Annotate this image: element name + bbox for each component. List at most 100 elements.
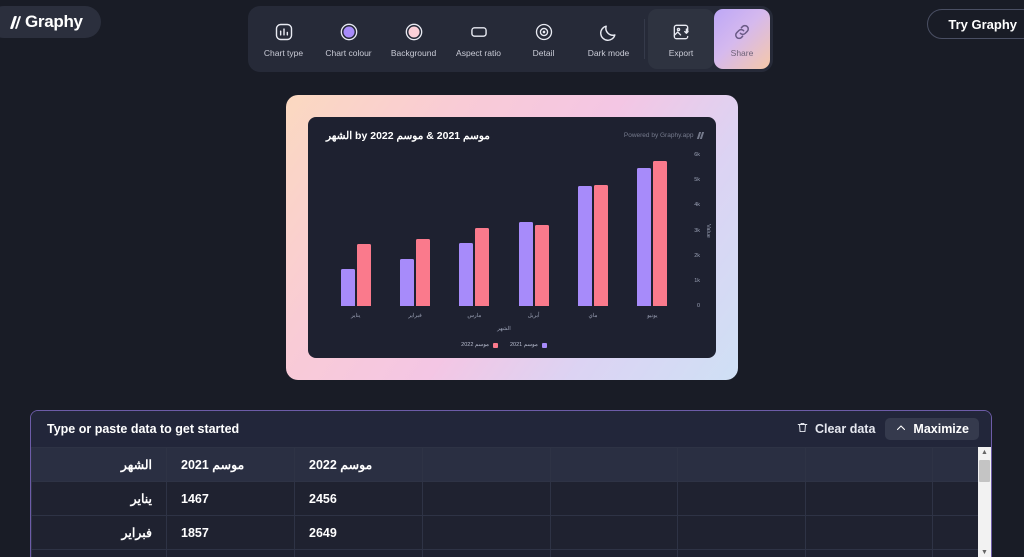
chart-bar-group: يونيو [623, 155, 682, 319]
table-row [31, 549, 991, 557]
maximize-button[interactable]: Maximize [885, 418, 979, 440]
table-cell[interactable] [166, 549, 295, 557]
chart-bar[interactable] [518, 221, 533, 306]
chart-title: موسم 2021 & موسم 2022 by الشهر [326, 130, 490, 142]
chart-bar[interactable] [399, 259, 414, 306]
chart-bar[interactable] [534, 225, 549, 306]
x-axis-tick: فبراير [408, 313, 422, 319]
data-panel: Type or paste data to get started Clear … [30, 410, 992, 557]
scroll-up-icon[interactable]: ▲ [981, 447, 988, 459]
moon-icon [599, 21, 619, 43]
table-header-cell[interactable]: الشهر [31, 447, 167, 482]
tool-label: Aspect ratio [456, 47, 501, 58]
data-grid-scrollbar[interactable]: ▲ ▼ [978, 447, 991, 557]
table-cell[interactable] [805, 481, 933, 516]
table-header-cell[interactable] [805, 447, 933, 482]
table-header-cell[interactable] [422, 447, 551, 482]
tool-dark-mode[interactable]: Dark mode [576, 9, 641, 69]
chart-legend: موسم 2021 موسم 2022 [326, 342, 682, 348]
table-cell[interactable]: 1467 [166, 481, 295, 516]
table-cell[interactable] [422, 481, 551, 516]
table-cell[interactable] [422, 515, 551, 550]
tool-chart-type[interactable]: Chart type [251, 9, 316, 69]
link-icon [732, 21, 752, 43]
chart-bar-group: فبراير [385, 155, 444, 319]
table-cell[interactable]: 1857 [166, 515, 295, 550]
logo-text: Graphy [25, 12, 83, 31]
table-cell[interactable] [550, 481, 678, 516]
chart-plot-area: يناير فبراير مارس أبريل ماي يونيو Value 0 1k 2k… [326, 152, 711, 348]
chart-bars: يناير فبراير مارس أبريل ماي يونيو [326, 155, 682, 319]
table-cell[interactable] [805, 549, 933, 557]
scrollbar-thumb[interactable] [979, 460, 990, 482]
x-axis-title: الشهر [497, 326, 511, 332]
tool-label: Chart colour [325, 47, 372, 58]
table-cell[interactable] [677, 515, 806, 550]
chart-bar[interactable] [637, 167, 652, 306]
table-cell[interactable] [677, 549, 806, 557]
table-header-cell[interactable]: موسم 2021 [166, 447, 295, 482]
data-panel-title: Type or paste data to get started [47, 422, 240, 436]
eye-icon [534, 21, 554, 43]
tool-share[interactable]: Share [714, 9, 770, 69]
x-axis-tick: مارس [467, 313, 482, 319]
scroll-down-icon[interactable]: ▼ [981, 547, 988, 557]
x-axis-tick: يونيو [647, 313, 658, 319]
table-cell[interactable]: 2649 [294, 515, 423, 550]
chart-bar[interactable] [593, 185, 608, 306]
purple-circle-icon [339, 21, 359, 43]
try-graphy-button[interactable]: Try Graphy [927, 9, 1024, 39]
table-cell[interactable] [550, 515, 678, 550]
chart-bar[interactable] [577, 186, 592, 306]
data-grid[interactable]: الشهر موسم 2021 موسم 2022 يناير 1467 2456 فبرا… [31, 447, 991, 557]
table-cell[interactable] [550, 549, 678, 557]
legend-item[interactable]: موسم 2021 [510, 342, 547, 348]
image-download-icon [671, 21, 691, 43]
tool-chart-colour[interactable]: Chart colour [316, 9, 381, 69]
table-header-cell[interactable] [550, 447, 678, 482]
graphy-slashes-icon [9, 15, 22, 29]
x-axis-tick: أبريل [527, 313, 540, 319]
toolbar-divider [644, 19, 645, 59]
chart-bar[interactable] [340, 269, 355, 306]
chart-bar[interactable] [459, 243, 474, 306]
bar-chart-icon [274, 21, 294, 43]
chart-bar[interactable] [653, 161, 668, 306]
tool-aspect-ratio[interactable]: Aspect ratio [446, 9, 511, 69]
legend-label: موسم 2022 [461, 342, 489, 348]
table-header-cell[interactable]: موسم 2022 [294, 447, 423, 482]
graphy-logo[interactable]: Graphy [0, 6, 101, 38]
x-axis-tick: يناير [350, 313, 361, 319]
tool-label: Share [730, 47, 754, 58]
y-axis-tick: 4k [694, 202, 700, 209]
table-cell[interactable]: فبراير [31, 515, 167, 550]
chart-bar[interactable] [415, 239, 430, 306]
chart-y-axis: Value 0 1k 2k 3k 4k 5k 6k [684, 152, 714, 309]
watermark-text: Powered by Graphy.app [623, 132, 694, 139]
table-cell[interactable]: يناير [31, 481, 167, 516]
legend-swatch [541, 342, 547, 348]
table-cell[interactable]: 2456 [294, 481, 423, 516]
editor-toolbar: Chart type Chart colour Background Aspec… [248, 6, 773, 72]
chart-card[interactable]: موسم 2021 & موسم 2022 by الشهر Powered b… [308, 117, 716, 358]
chart-bar[interactable] [475, 227, 490, 306]
table-cell[interactable] [31, 549, 167, 557]
table-cell[interactable] [805, 515, 933, 550]
table-cell[interactable] [677, 481, 806, 516]
clear-data-button[interactable]: Clear data [796, 421, 875, 437]
table-cell[interactable] [294, 549, 423, 557]
table-cell[interactable] [422, 549, 551, 557]
chart-bar[interactable] [356, 244, 371, 306]
trash-icon [796, 421, 809, 437]
rectangle-icon [469, 21, 489, 43]
tool-export[interactable]: Export [648, 9, 714, 69]
tool-background[interactable]: Background [381, 9, 446, 69]
tool-label: Chart type [263, 47, 304, 58]
graphy-slashes-icon [696, 132, 704, 139]
legend-item[interactable]: موسم 2022 [461, 342, 498, 348]
table-header-cell[interactable] [677, 447, 806, 482]
tool-label: Background [390, 47, 437, 58]
tool-detail[interactable]: Detail [511, 9, 576, 69]
clear-data-label: Clear data [814, 422, 876, 436]
table-row: يناير 1467 2456 [31, 481, 991, 516]
